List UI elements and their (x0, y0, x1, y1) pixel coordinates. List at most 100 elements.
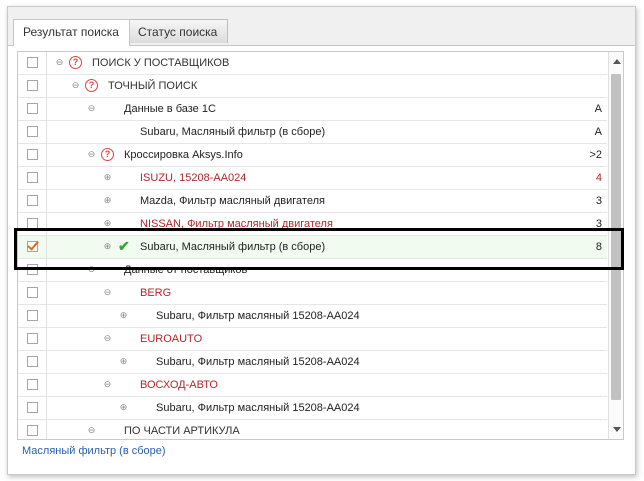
checkbox-cell (18, 305, 47, 327)
row-checkbox[interactable] (27, 149, 38, 160)
tree-row[interactable]: ⊖ ? ТОЧНЫЙ ПОИСК (18, 75, 607, 98)
tree-row[interactable]: ⊖ ? Кроссировка Aksys.Info >2 (18, 144, 607, 167)
row-value: А (594, 103, 602, 115)
row-value: >2 (589, 149, 602, 161)
collapse-icon[interactable]: ⊖ (87, 104, 96, 113)
collapse-icon[interactable]: ⊖ (103, 334, 112, 343)
row-checkbox[interactable] (27, 379, 38, 390)
row-label: Subaru, Масляный фильтр (в сборе) (140, 126, 326, 138)
checkbox-cell (18, 328, 47, 350)
row-checkbox[interactable] (27, 264, 38, 275)
expand-icon[interactable]: ⊕ (103, 242, 112, 251)
question-icon: ? (101, 148, 114, 161)
checkbox-cell (18, 282, 47, 304)
row-label: ТОЧНЫЙ ПОИСК (108, 80, 198, 92)
row-label: ПО ЧАСТИ АРТИКУЛА (124, 425, 240, 437)
tree-row[interactable]: ⊕ Subaru, Фильтр масляный 15208-AA024 (18, 397, 607, 420)
selected-item-link[interactable]: Масляный фильтр (в сборе) (22, 445, 166, 457)
checkbox-cell (18, 213, 47, 235)
row-checkbox[interactable] (27, 425, 38, 436)
tab-strip: Результат поиска Статус поиска (8, 7, 635, 46)
row-label: BERG (140, 287, 172, 299)
row-checkbox[interactable] (27, 57, 38, 68)
collapse-icon[interactable]: ⊖ (103, 380, 112, 389)
checkbox-cell (18, 374, 47, 396)
checkmark-icon: ✔ (118, 238, 130, 254)
checkbox-cell (18, 259, 47, 281)
tree-row[interactable]: ⊕ Mazda, Фильтр масляный двигателя 3 (18, 190, 607, 213)
tree-row[interactable]: ⊖ ПО ЧАСТИ АРТИКУЛА (18, 420, 607, 439)
row-checkbox[interactable] (27, 172, 38, 183)
tree-row[interactable]: ⊖ Данные в базе 1С А (18, 98, 607, 121)
checkbox-cell (18, 52, 47, 74)
vertical-scrollbar[interactable] (608, 52, 623, 439)
row-checkbox[interactable] (27, 103, 38, 114)
question-icon: ? (69, 56, 82, 69)
expand-icon[interactable]: ⊕ (103, 173, 112, 182)
tree-row[interactable]: Subaru, Масляный фильтр (в сборе) А (18, 121, 607, 144)
row-checkbox[interactable] (27, 80, 38, 91)
expand-icon[interactable]: ⊕ (119, 357, 128, 366)
row-value: 8 (595, 241, 602, 253)
expand-icon[interactable]: ⊕ (103, 219, 112, 228)
row-label: Subaru, Масляный фильтр (в сборе) (140, 241, 326, 253)
scroll-down-arrow-icon[interactable] (613, 427, 621, 432)
row-checkbox[interactable] (27, 218, 38, 229)
checkbox-cell (18, 144, 47, 166)
expand-icon[interactable]: ⊕ (119, 403, 128, 412)
checkbox-cell (18, 190, 47, 212)
results-tree-grid: ⊖ ? ПОИСК У ПОСТАВЩИКОВ ⊖ ? ТОЧНЫЙ ПОИСК… (17, 51, 624, 440)
row-value: 3 (595, 195, 602, 207)
row-checkbox[interactable] (27, 195, 38, 206)
row-label: Subaru, Фильтр масляный 15208-AA024 (156, 310, 360, 322)
tree-row[interactable]: ⊕ Subaru, Фильтр масляный 15208-AA024 (18, 305, 607, 328)
row-label: ISUZU, 15208-AA024 (140, 172, 247, 184)
tree-row[interactable]: ⊖ Данные от поставщиков (18, 259, 607, 282)
collapse-icon[interactable]: ⊖ (87, 150, 96, 159)
collapse-icon[interactable]: ⊖ (87, 426, 96, 435)
row-checkbox[interactable] (27, 402, 38, 413)
row-label: Кроссировка Aksys.Info (124, 149, 243, 161)
tree-row[interactable]: ⊖ EUROAUTO (18, 328, 607, 351)
row-label: Данные в базе 1С (124, 103, 216, 115)
tree-row[interactable]: ⊖ ? ПОИСК У ПОСТАВЩИКОВ (18, 52, 607, 75)
checkbox-cell (18, 397, 47, 419)
checkbox-cell (18, 236, 47, 258)
row-checkbox[interactable] (27, 310, 38, 321)
row-value: А (594, 126, 602, 138)
expand-icon[interactable]: ⊕ (119, 311, 128, 320)
row-label: ВОСХОД-АВТО (140, 379, 218, 391)
tree-row[interactable]: ⊕ ISUZU, 15208-AA024 4 (18, 167, 607, 190)
tree-row[interactable]: ⊕ Subaru, Фильтр масляный 15208-AA024 (18, 351, 607, 374)
tree-row-selected[interactable]: ⊕ ✔ Subaru, Масляный фильтр (в сборе) 8 (18, 236, 607, 259)
scroll-up-arrow-icon[interactable] (613, 59, 621, 64)
row-label: ПОИСК У ПОСТАВЩИКОВ (92, 57, 230, 69)
expand-icon[interactable]: ⊕ (103, 196, 112, 205)
row-checkbox[interactable] (27, 287, 38, 298)
checkbox-cell (18, 420, 47, 439)
tree-row[interactable]: ⊕ NISSAN, Фильтр масляный двигателя 3 (18, 213, 607, 236)
tree-row[interactable]: ⊖ ВОСХОД-АВТО (18, 374, 607, 397)
row-label: NISSAN, Фильтр масляный двигателя (140, 218, 333, 230)
row-value: 3 (595, 218, 602, 230)
tab-search-result[interactable]: Результат поиска (13, 19, 130, 46)
row-checkbox[interactable] (27, 126, 38, 137)
collapse-icon[interactable]: ⊖ (87, 265, 96, 274)
row-label: Mazda, Фильтр масляный двигателя (140, 195, 325, 207)
scrollbar-thumb[interactable] (611, 74, 621, 400)
collapse-icon[interactable]: ⊖ (55, 58, 64, 67)
tab-search-status[interactable]: Статус поиска (128, 19, 228, 43)
row-checkbox[interactable] (27, 333, 38, 344)
row-checkbox[interactable] (27, 356, 38, 367)
row-value: 4 (595, 172, 602, 184)
row-label: EUROAUTO (140, 333, 203, 345)
search-results-window: Результат поиска Статус поиска ⊖ ? ПОИСК… (7, 6, 636, 475)
row-label: Данные от поставщиков (124, 264, 248, 276)
checkbox-cell (18, 351, 47, 373)
collapse-icon[interactable]: ⊖ (103, 288, 112, 297)
checkbox-cell (18, 75, 47, 97)
row-checkbox-checked[interactable] (27, 241, 38, 252)
row-label: Subaru, Фильтр масляный 15208-AA024 (156, 356, 360, 368)
tree-row[interactable]: ⊖ BERG (18, 282, 607, 305)
collapse-icon[interactable]: ⊖ (71, 81, 80, 90)
